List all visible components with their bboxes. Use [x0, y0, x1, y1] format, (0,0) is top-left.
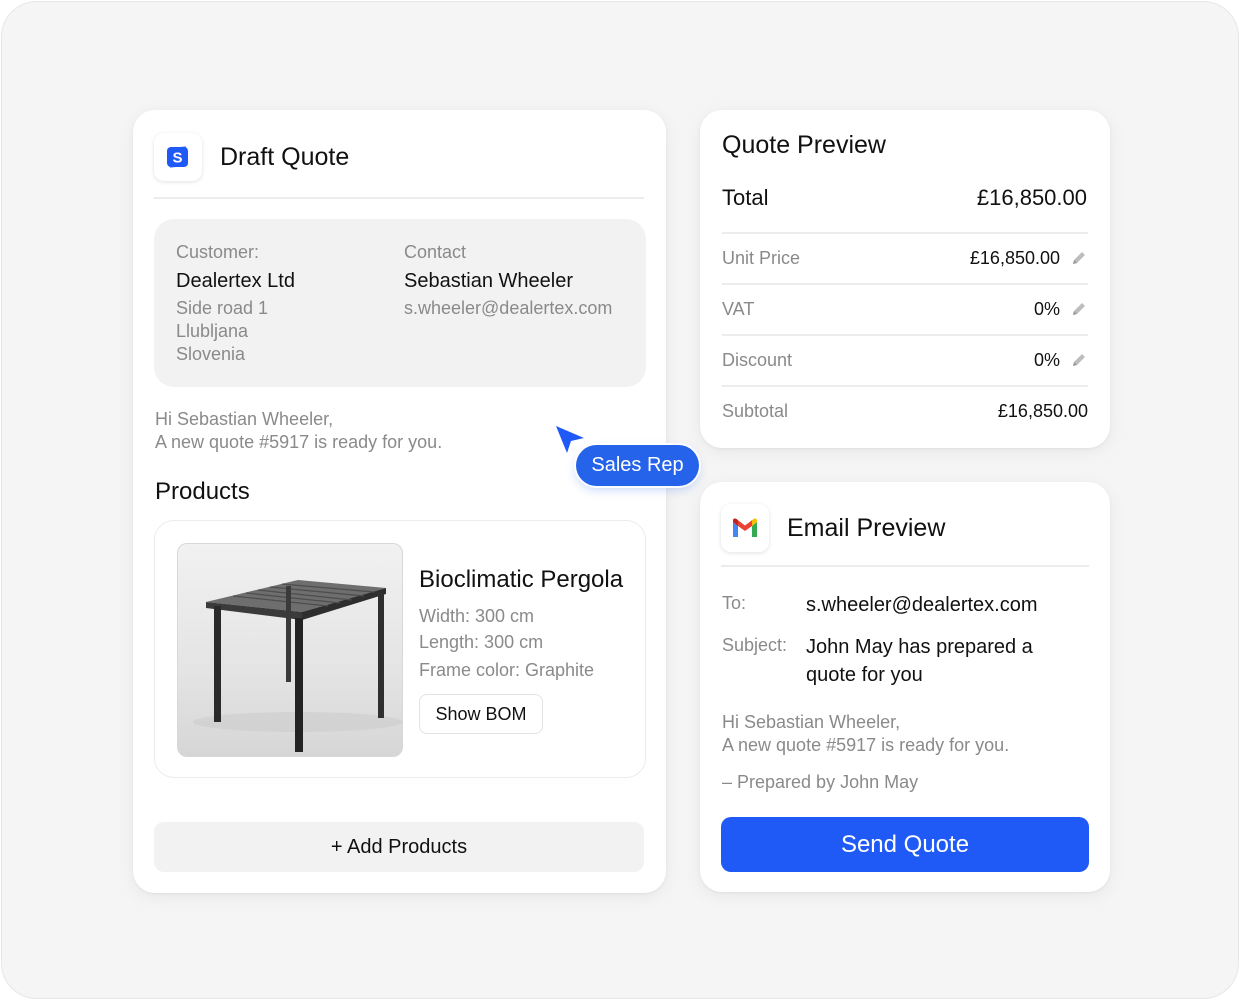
- contact-email[interactable]: s.wheeler@dealertex.com: [404, 297, 612, 320]
- email-preview-title: Email Preview: [787, 513, 946, 542]
- contact-column: Contact Sebastian Wheeler s.wheeler@deal…: [404, 242, 612, 320]
- pergola-image: [177, 543, 403, 757]
- total-label: Total: [722, 185, 769, 210]
- total-row: Total £16,850.00: [722, 185, 1087, 211]
- subject-label: Subject:: [722, 635, 788, 655]
- customer-info-panel: Customer: Dealertex Ltd Side road 1 Llub…: [154, 219, 646, 387]
- product-width: Width: 300 cm: [419, 606, 535, 626]
- row-label: Unit Price: [722, 247, 801, 268]
- row-value: 0%: [1033, 349, 1060, 370]
- unit-price-row: Unit Price £16,850.00: [722, 233, 1088, 283]
- gmail-icon: [721, 504, 769, 552]
- row-value: 0%: [1033, 298, 1060, 319]
- add-products-button[interactable]: + Add Products: [154, 822, 644, 872]
- page-title: Draft Quote: [220, 142, 350, 171]
- row-value: £16,850.00: [969, 247, 1060, 268]
- contact-label: Contact: [404, 242, 467, 262]
- email-body-line: Hi Sebastian Wheeler,: [722, 712, 901, 732]
- product-card[interactable]: Bioclimatic Pergola Width: 300 cm Length…: [154, 520, 646, 778]
- header-divider: [721, 565, 1089, 567]
- quote-preview-card: Quote Preview Total £16,850.00 Unit Pric…: [700, 110, 1110, 448]
- s-logo-icon: S: [154, 133, 202, 181]
- draft-quote-header: S Draft Quote: [154, 133, 349, 181]
- customer-label: Customer:: [176, 242, 260, 262]
- customer-column: Customer: Dealertex Ltd Side road 1 Llub…: [176, 242, 295, 366]
- sales-rep-tag: Sales Rep: [576, 445, 699, 486]
- subject-value: John May has prepared a quote for you: [806, 636, 1033, 686]
- product-name: Bioclimatic Pergola: [419, 566, 624, 593]
- show-bom-button[interactable]: Show BOM: [419, 694, 543, 734]
- customer-name: Dealertex Ltd: [176, 270, 295, 292]
- contact-name: Sebastian Wheeler: [404, 270, 573, 292]
- to-value: s.wheeler@dealertex.com: [806, 594, 1038, 616]
- header-divider: [154, 197, 644, 199]
- email-body: Hi Sebastian Wheeler, A new quote #5917 …: [722, 711, 1009, 757]
- email-to-row: To: s.wheeler@dealertex.com: [722, 591, 1066, 619]
- email-subject-row: Subject: John May has prepared a quote f…: [722, 633, 1042, 689]
- vat-row: VAT 0%: [722, 284, 1088, 334]
- subtotal-row: Subtotal £16,850.00: [722, 386, 1088, 436]
- to-label: To:: [722, 593, 747, 613]
- email-signature: – Prepared by John May: [722, 772, 919, 792]
- product-frame-color: Frame color: Graphite: [419, 660, 595, 680]
- pencil-icon[interactable]: [1070, 300, 1088, 318]
- send-quote-button[interactable]: Send Quote: [721, 817, 1089, 872]
- draft-quote-card: S Draft Quote Customer: Dealertex Ltd Si…: [133, 110, 666, 893]
- row-label: Discount: [722, 349, 793, 370]
- quote-greeting: Hi Sebastian Wheeler, A new quote #5917 …: [155, 408, 442, 454]
- email-preview-header: Email Preview: [721, 504, 945, 552]
- product-length: Length: 300 cm: [419, 632, 544, 652]
- row-label: VAT: [722, 298, 755, 319]
- greeting-line: Hi Sebastian Wheeler,: [155, 409, 334, 429]
- pencil-icon[interactable]: [1070, 351, 1088, 369]
- row-label: Subtotal: [722, 400, 789, 421]
- discount-row: Discount 0%: [722, 335, 1088, 385]
- email-preview-card: Email Preview To: s.wheeler@dealertex.co…: [700, 482, 1110, 892]
- products-heading: Products: [155, 478, 250, 505]
- svg-text:S: S: [172, 150, 182, 167]
- pencil-icon[interactable]: [1070, 249, 1088, 267]
- customer-address-line: Llubljana: [176, 321, 249, 341]
- customer-address-line: Side road 1: [176, 298, 269, 318]
- row-value: £16,850.00: [997, 400, 1088, 421]
- canvas-background: S Draft Quote Customer: Dealertex Ltd Si…: [1, 1, 1239, 999]
- greeting-line: A new quote #5917 is ready for you.: [155, 432, 443, 452]
- email-body-line: A new quote #5917 is ready for you.: [722, 735, 1010, 755]
- quote-preview-title: Quote Preview: [722, 131, 886, 159]
- total-value: £16,850.00: [976, 185, 1087, 210]
- customer-address-line: Slovenia: [176, 344, 246, 364]
